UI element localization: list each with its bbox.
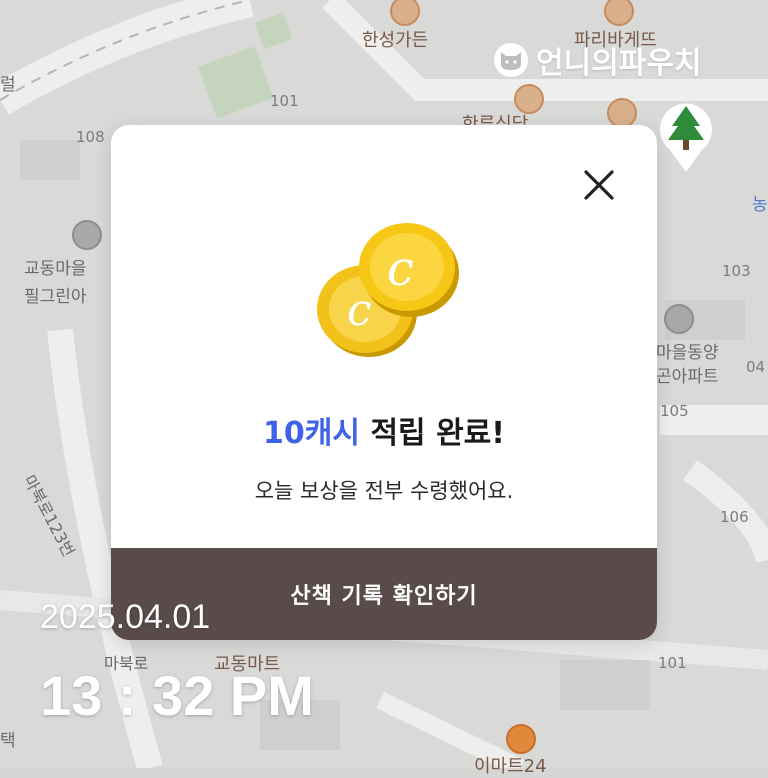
- map-number: 04: [746, 358, 766, 376]
- reward-title-text: 적립 완료!: [370, 416, 505, 451]
- poi-hansung-garden[interactable]: 한성가든: [362, 26, 428, 52]
- map-number: 103: [722, 262, 751, 280]
- convenience-store-pin-icon[interactable]: [506, 724, 536, 754]
- map-number: 101: [658, 654, 687, 672]
- reward-modal: c c 10캐시 적립 완료! 오늘 보상을 전부 수령했어요. 산책 기록 확…: [111, 125, 657, 640]
- poi-apt-maeul-top[interactable]: 마을동양: [656, 338, 719, 363]
- apartment-pin-icon[interactable]: [72, 220, 102, 250]
- date-stamp: 2025.04.01: [40, 598, 211, 636]
- map-number: 106: [720, 508, 749, 526]
- brand-logo: 언니의파우치: [494, 40, 702, 81]
- svg-text:c: c: [387, 241, 414, 297]
- reward-title: 10캐시 적립 완료!: [111, 408, 657, 452]
- map-label-edge-right: 농: [752, 195, 768, 215]
- poi-apt-maeul-bottom[interactable]: 곤아파트: [656, 362, 719, 387]
- poi-apt-pilgrim[interactable]: 필그린아: [24, 282, 87, 307]
- reward-amount: 10캐시: [263, 416, 360, 451]
- time-stamp: 13 : 32 PM: [40, 664, 314, 727]
- close-icon: [584, 170, 614, 200]
- reward-subtitle: 오늘 보상을 전부 수령했어요.: [254, 479, 514, 503]
- map-number: 108: [76, 128, 105, 146]
- map-number: 105: [660, 402, 689, 420]
- bakery-pin-icon[interactable]: [607, 98, 637, 128]
- map-number: 101: [270, 92, 299, 110]
- coin-icon: c c: [307, 217, 467, 357]
- map-label-edge-bottom: 택: [0, 731, 16, 751]
- poi-apt-gyodong[interactable]: 교동마을: [24, 254, 87, 279]
- svg-text:c: c: [347, 285, 372, 336]
- apartment-pin-icon[interactable]: [664, 304, 694, 334]
- map-label-edge-top: 럴: [0, 75, 16, 95]
- close-button[interactable]: [579, 165, 619, 205]
- cat-face-icon: [494, 43, 528, 77]
- poi-emart24[interactable]: 이마트24: [474, 752, 547, 778]
- tree-marker[interactable]: [658, 96, 714, 174]
- brand-name: 언니의파우치: [536, 46, 702, 81]
- tree-icon: [660, 103, 712, 172]
